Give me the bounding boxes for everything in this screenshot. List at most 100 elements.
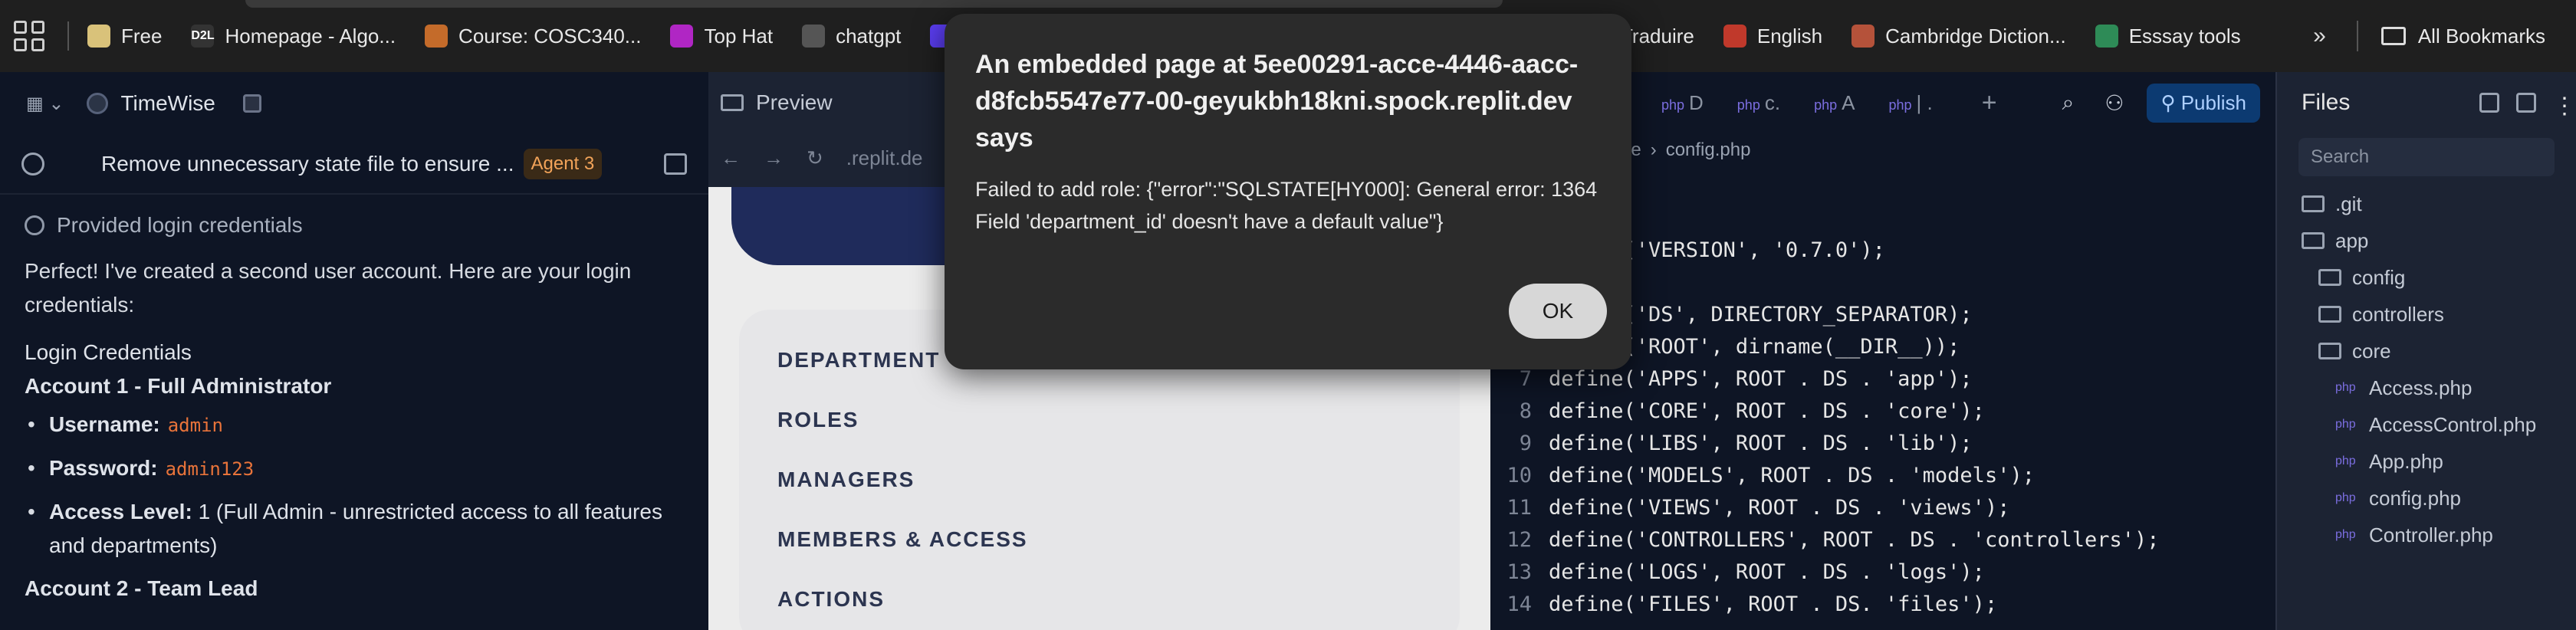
files-panel: Files ⋮ Search .git app config controllers c… (2275, 72, 2576, 630)
check-circle-icon (25, 215, 44, 235)
agent-panel-header: ▦ ⌄ TimeWise (0, 72, 708, 135)
stop-icon[interactable] (242, 94, 261, 113)
more-bookmarks-button[interactable]: » (2313, 23, 2326, 49)
add-tab-icon[interactable]: + (1982, 88, 1997, 118)
line-text: define('MODELS', ROOT . DS . 'models'); (1549, 464, 2035, 487)
file-tree-item[interactable]: php App.php (2277, 443, 2576, 480)
line-text: define('FILES', ROOT . DS. 'files'); (1549, 592, 1998, 616)
access-label: Access Level: (49, 500, 192, 523)
all-bookmarks-button[interactable]: All Bookmarks (2418, 25, 2545, 48)
account-1-title: Account 1 - Full Administrator (25, 374, 332, 398)
new-chat-icon[interactable] (664, 153, 687, 175)
bookmark-item[interactable]: Free (87, 25, 162, 48)
alert-dialog: An embedded page at 5ee00291-acce-4446-a… (945, 14, 1631, 369)
bookmark-list: Free D2L Homepage - Algo... Course: COSC340… (87, 25, 993, 48)
bookmark-item[interactable]: Cambridge Diction... (1852, 25, 2066, 48)
code-line: 11 define('VIEWS', ROOT . DS . 'views'); (1490, 492, 2275, 524)
preview-url[interactable]: .replit.de (846, 146, 923, 170)
php-file-icon: php (2335, 528, 2356, 541)
editor-tab[interactable]: php D (1661, 91, 1704, 115)
username-label: Username: (49, 412, 160, 436)
file-tree: .git app config controllers core php Access.ph… (2277, 185, 2576, 553)
bookmark-item[interactable]: English (1723, 25, 1822, 48)
menu-item[interactable]: MANAGERS (777, 468, 1421, 527)
code-line: 14 define('FILES', ROOT . DS. 'files'); (1490, 589, 2275, 621)
layout-toggle-icon[interactable]: ▦ ⌄ (26, 93, 64, 115)
list-item: Access Level: 1 (Full Admin - unrestrict… (25, 495, 684, 563)
folder-icon (2318, 343, 2341, 359)
bookmark-label: Cambridge Diction... (1885, 24, 2066, 48)
code-line: 10 define('MODELS', ROOT . DS . 'models')… (1490, 460, 2275, 492)
line-number: 11 (1506, 496, 1532, 520)
file-tree-item[interactable]: php config.php (2277, 480, 2576, 517)
reload-icon[interactable]: ↻ (807, 146, 823, 170)
editor-tab[interactable]: php c. (1737, 91, 1780, 115)
menu-item[interactable]: ACTIONS (777, 587, 1421, 630)
bookmark-label: Top Hat (704, 24, 774, 48)
editor-tab[interactable]: php| . (1888, 91, 1932, 115)
editor-tab-label: c. (1764, 90, 1781, 114)
menu-item[interactable]: MEMBERS & ACCESS (777, 527, 1421, 587)
code-line: 13 define('LOGS', ROOT . DS . 'logs'); (1490, 556, 2275, 589)
more-options-icon[interactable]: ⋮ (2553, 93, 2576, 119)
folder-icon (2318, 269, 2341, 286)
file-name: app (2335, 228, 2369, 252)
editor-tab[interactable]: php A (1814, 91, 1855, 115)
bookmark-label: Free (121, 24, 163, 48)
bookmark-item[interactable]: chatgpt (802, 25, 901, 48)
publish-button[interactable]: ⚲ Publish (2147, 83, 2260, 123)
file-name: Access.php (2369, 376, 2472, 399)
line-number: 14 (1506, 592, 1532, 616)
file-tree-item[interactable]: php AccessControl.php (2277, 406, 2576, 443)
line-text: define('VIEWS', ROOT . DS . 'views'); (1549, 496, 2010, 520)
file-tree-item[interactable]: core (2277, 333, 2576, 369)
forward-icon[interactable]: → (764, 146, 784, 170)
file-tree-item[interactable]: .git (2277, 185, 2576, 222)
file-name: config (2352, 265, 2406, 289)
invite-user-icon[interactable]: ⚇ (2104, 90, 2124, 116)
php-file-icon: php (2335, 491, 2356, 504)
bookmark-item[interactable]: D2L Homepage - Algo... (191, 25, 396, 48)
line-text: define('CORE', ROOT . DS . 'core'); (1549, 399, 1985, 423)
new-folder-icon[interactable] (2516, 93, 2536, 113)
file-name: AccessControl.php (2369, 412, 2537, 436)
bookmark-favicon-icon (425, 25, 449, 48)
bookmark-favicon-icon (2095, 25, 2118, 48)
bookmark-item[interactable]: Top Hat (670, 25, 773, 48)
file-tree-item[interactable]: app (2277, 222, 2576, 259)
app-name[interactable]: TimeWise (120, 91, 215, 116)
agent-badge: Agent 3 (523, 149, 603, 179)
password-value: admin123 (165, 458, 255, 480)
folder-icon (2302, 232, 2325, 249)
thread-title[interactable]: Remove unnecessary state file to ensure … (101, 152, 514, 176)
bookmark-label: chatgpt (836, 24, 902, 48)
file-tree-item[interactable]: config (2277, 259, 2576, 296)
password-label: Password: (49, 456, 158, 480)
menu-item[interactable]: ROLES (777, 408, 1421, 468)
username-value: admin (167, 415, 223, 436)
bookmark-list-right: Traduire English Cambridge Diction... Esssa… (1587, 0, 2270, 72)
file-tree-item[interactable]: php Access.php (2277, 369, 2576, 406)
files-header: Files ⋮ (2277, 72, 2576, 133)
file-tree-item[interactable]: controllers (2277, 296, 2576, 333)
breadcrumb-file[interactable]: config.php (1666, 139, 1751, 161)
line-number: 13 (1506, 560, 1532, 584)
history-icon[interactable] (21, 153, 44, 176)
new-file-icon[interactable] (2479, 93, 2499, 113)
file-tree-item[interactable]: php Controller.php (2277, 517, 2576, 553)
bookmark-item[interactable]: Course: COSC340... (425, 25, 641, 48)
code-line: 8 define('CORE', ROOT . DS . 'core'); (1490, 395, 2275, 428)
bookmark-item[interactable]: Esssay tools (2095, 25, 2241, 48)
editor-tab-label: A (1842, 90, 1855, 114)
ok-button[interactable]: OK (1509, 284, 1607, 339)
files-search-input[interactable]: Search (2298, 138, 2555, 176)
editor-tab-label: D (1689, 90, 1704, 114)
file-name: controllers (2352, 302, 2444, 326)
folder-icon (2380, 27, 2406, 45)
agent-panel: ▦ ⌄ TimeWise Remove unnecessary state fi… (0, 72, 708, 630)
address-bar-edge (245, 0, 1503, 8)
folder-icon (2318, 306, 2341, 323)
back-icon[interactable]: ← (721, 146, 741, 170)
apps-grid-icon[interactable] (14, 21, 44, 51)
search-icon[interactable]: ⌕ (2062, 90, 2075, 116)
